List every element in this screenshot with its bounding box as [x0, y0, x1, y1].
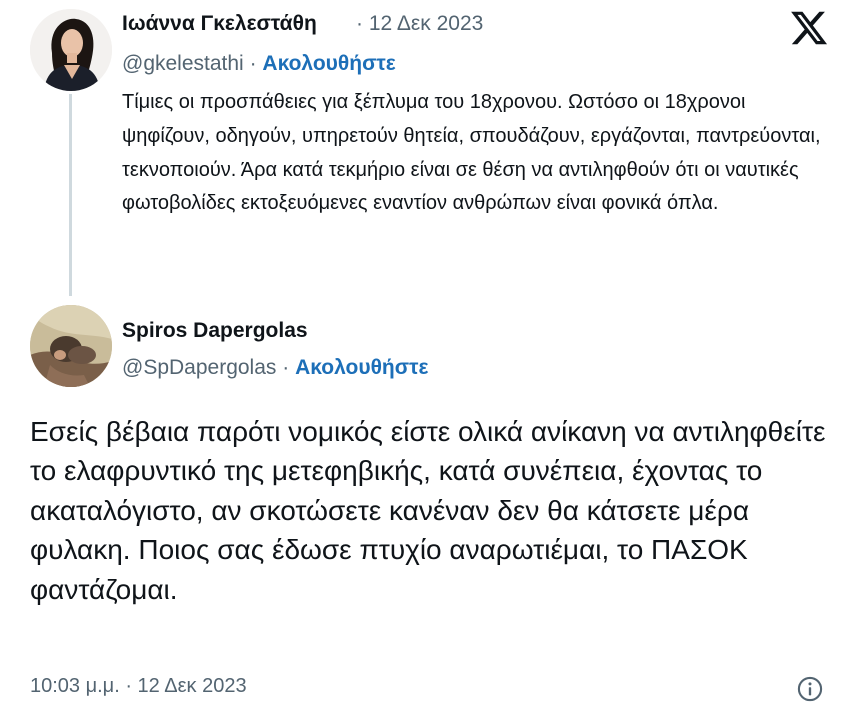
- author-handle[interactable]: @SpDapergolas: [122, 356, 276, 379]
- tweet-date[interactable]: 12 Δεκ 2023: [369, 12, 483, 35]
- author-name[interactable]: Spiros Dapergolas: [122, 319, 308, 343]
- tweet-timestamp[interactable]: 10:03 μ.μ. · 12 Δεκ 2023: [30, 675, 247, 698]
- separator-dot: ·: [249, 52, 257, 75]
- separator-dot: ·: [282, 356, 290, 379]
- follow-button[interactable]: Ακολουθήστε: [262, 52, 395, 75]
- avatar-gkelestathi[interactable]: [30, 9, 112, 91]
- author-name[interactable]: Ιωάννα Γκελεστάθη: [122, 12, 317, 36]
- separator-dot: ·: [356, 12, 363, 35]
- handle-row: @SpDapergolas · Ακολουθήστε: [122, 356, 428, 380]
- x-logo-icon[interactable]: [789, 8, 829, 48]
- handle-row: @gkelestathi · Ακολουθήστε: [122, 52, 396, 76]
- tweet-date-row: · 12 Δεκ 2023: [356, 12, 483, 36]
- quoted-tweet-text: Τίμιες οι προσπάθειες για ξέπλυμα του 18…: [122, 91, 821, 215]
- info-icon[interactable]: [796, 675, 824, 703]
- tweet-embed-card: Ιωάννα Γκελεστάθη · 12 Δεκ 2023 @gkelest…: [0, 0, 846, 711]
- avatar-spdapergolas[interactable]: [30, 305, 112, 387]
- follow-button[interactable]: Ακολουθήστε: [295, 356, 428, 379]
- thread-connector-line: [69, 94, 72, 296]
- reply-tweet-text: Εσείς βέβαια παρότι νομικός είστε ολικά …: [30, 416, 826, 605]
- author-handle[interactable]: @gkelestathi: [122, 52, 244, 75]
